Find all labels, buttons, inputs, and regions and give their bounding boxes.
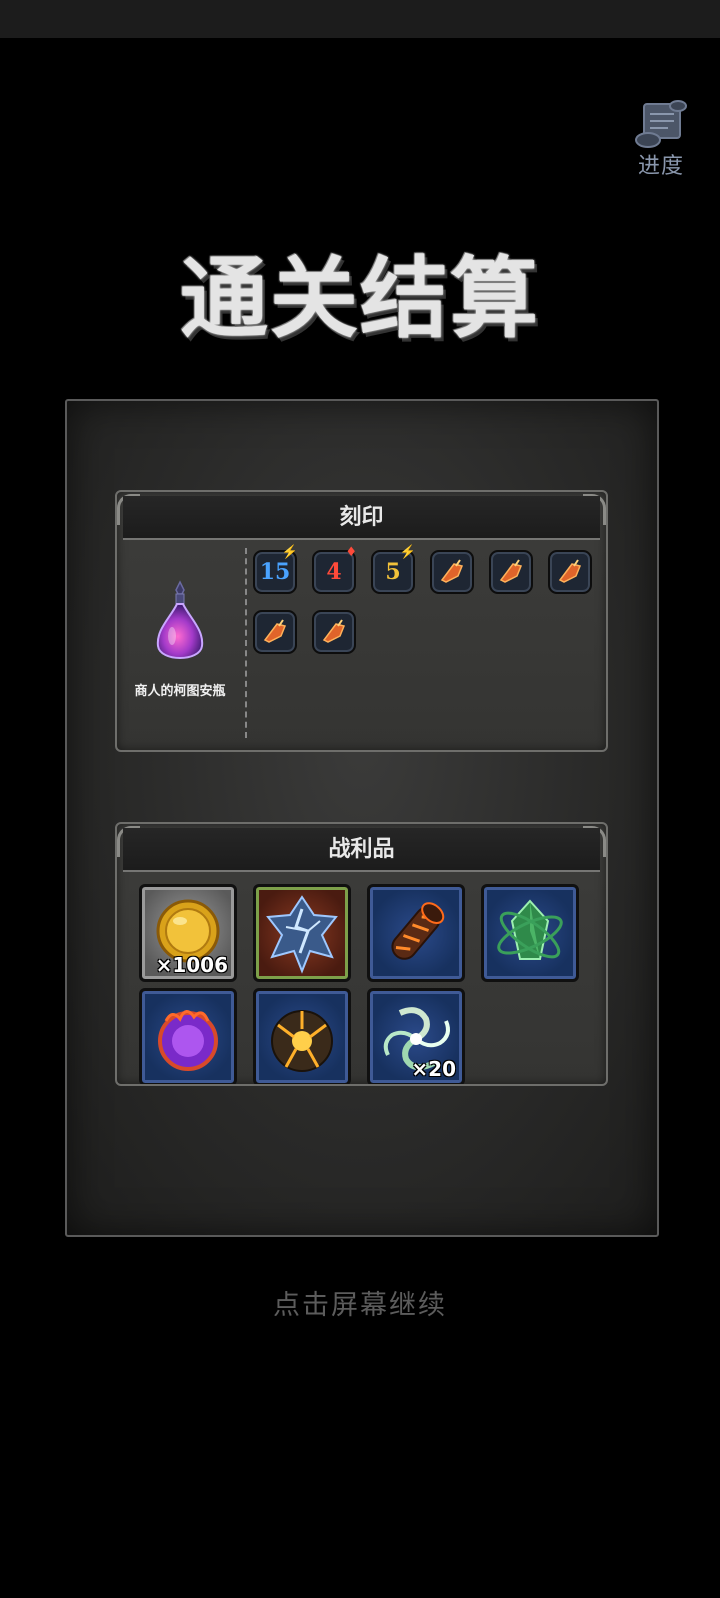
imprint-header: 刻印 [123,496,600,540]
rune-slot[interactable]: 5 ⚡ [371,546,416,594]
imprint-item-name: 商人的柯图安瓶 [134,684,226,699]
emerald-orbit-icon [497,899,563,960]
rune-slot[interactable]: 4 ♦ [312,546,357,594]
status-bar [0,0,720,38]
lightning-icon: ⚡ [399,545,416,560]
rune-slot[interactable] [489,550,533,594]
loot-section: 战利品 ×1006 ×20 [115,822,608,1086]
rune-value: 4 [326,559,342,585]
potion-bottle-icon [156,580,204,659]
lava-log-icon [391,902,445,960]
page-title: 通关结算 [179,246,540,350]
loot-item[interactable] [481,884,579,982]
flame-shard-icon [263,619,287,643]
rune-slot[interactable] [430,550,474,594]
loot-header: 战利品 [123,828,600,872]
lightning-crystal-icon [266,895,338,974]
rune-slot[interactable] [312,610,356,654]
loot-item[interactable] [367,884,465,982]
lightning-icon: ⚡ [281,545,298,560]
rune-value: 5 [385,559,401,585]
loot-item[interactable] [253,884,351,982]
imprint-item[interactable]: 商人的柯图安瓶 [125,578,235,699]
loot-count: ×20 [411,1057,456,1081]
tap-to-continue[interactable]: 点击屏幕继续 [0,1283,720,1322]
loot-item[interactable] [253,988,351,1084]
progress-button[interactable]: 进度 [628,100,694,184]
rune-value: 15 [259,559,291,585]
flame-shard-icon [499,559,523,583]
progress-label: 进度 [637,154,684,179]
dashed-divider [245,548,247,738]
loot-count: ×1006 [155,953,228,977]
flame-shard-icon [322,619,346,643]
flame-shard-icon [440,559,464,583]
loot-item[interactable]: ×1006 [139,884,237,982]
loot-item[interactable]: ×20 [367,988,465,1084]
cracked-sun-stone-icon [271,1010,333,1072]
rune-slot[interactable] [253,610,297,654]
imprint-section: 刻印 商人的柯图安瓶 15 ⚡ 4 ♦ 5 ⚡ [115,490,608,752]
purple-flame-orb-icon [158,1010,218,1071]
flame-shard-icon [558,559,582,583]
rune-slot[interactable] [548,550,592,594]
rune-slot[interactable]: 15 ⚡ [253,546,298,594]
loot-item[interactable] [139,988,237,1084]
fire-icon: ♦ [345,545,357,560]
scroll-icon [635,100,687,148]
